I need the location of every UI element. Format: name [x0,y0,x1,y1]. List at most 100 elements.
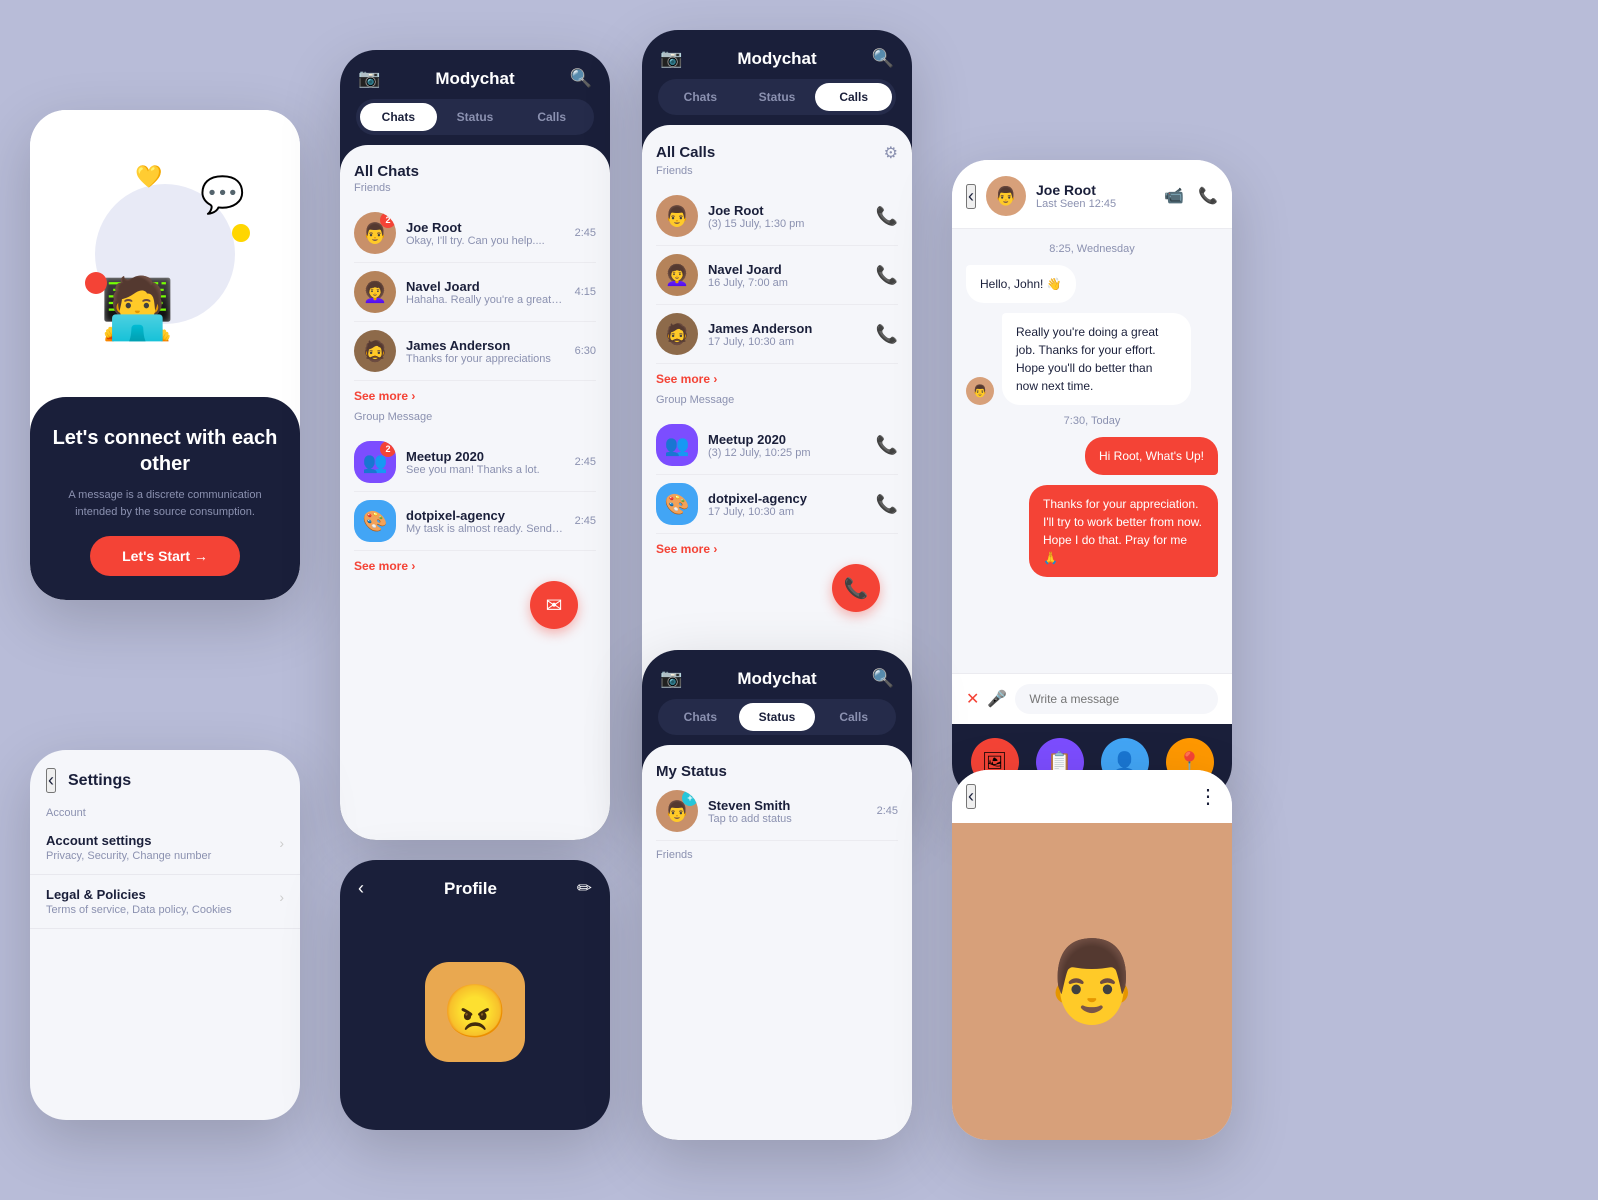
calls-tab-calls[interactable]: Calls [815,83,892,111]
msg-appreciation: Thanks for your appreciation. I'll try t… [1029,485,1218,577]
call-item-meetup[interactable]: 👥 Meetup 2020 (3) 12 July, 10:25 pm 📞 [656,416,898,475]
camera-icon[interactable]: 📷 [358,68,380,89]
call-phone-joe[interactable]: 📞 [876,206,898,227]
mic-icon[interactable]: 🎤 [987,689,1007,709]
calls-see-more-groups[interactable]: See more › [656,542,898,556]
profile-avatar-section: 😠 [340,909,610,1130]
chat-time-james: 6:30 [575,345,596,357]
close-icon[interactable]: ✕ [966,689,979,709]
group-label: Group Message [354,411,596,423]
chats-header: 📷 Modychat 🔍 [340,50,610,99]
status-time-steven: 2:45 [877,805,898,817]
all-chats-title: All Chats [354,163,596,180]
see-more-groups[interactable]: See more › [354,559,596,573]
message-input[interactable] [1015,684,1218,714]
red-dot [85,272,107,294]
compose-fab[interactable]: ✉ [530,581,578,629]
chat-time-meetup: 2:45 [575,456,596,468]
call-phone-navel[interactable]: 📞 [876,265,898,286]
calls-search-icon[interactable]: 🔍 [872,48,894,69]
profile-edit-icon[interactable]: ✏ [577,878,592,899]
chat-item-navel[interactable]: 👩‍🦱 Navel Joard Hahaha. Really you're a … [354,263,596,322]
call-info-meetup: Meetup 2020 (3) 12 July, 10:25 pm [708,432,866,459]
calls-see-more-friends[interactable]: See more › [656,372,898,386]
call-name-meetup: Meetup 2020 [708,432,866,447]
chats-search-icon[interactable]: 🔍 [570,68,592,89]
badge-joe: 2 [380,212,396,228]
calls-tab-status[interactable]: Status [739,83,816,111]
settings-account-title: Account settings [46,833,279,848]
chat-item-dot[interactable]: 🎨 dotpixel-agency My task is almost read… [354,492,596,551]
chat-item-james[interactable]: 🧔 James Anderson Thanks for your appreci… [354,322,596,381]
status-tab-chats[interactable]: Chats [662,703,739,731]
call-item-james[interactable]: 🧔 James Anderson 17 July, 10:30 am 📞 [656,305,898,364]
profile-title: Profile [444,879,497,899]
chat-item-joe[interactable]: 👨 2 Joe Root Okay, I'll try. Can you hel… [354,204,596,263]
detail-header: ‹ 👨 Joe Root Last Seen 12:45 📹 📞 [952,160,1232,229]
call-avatar-meetup: 👥 [656,424,698,466]
settings-item-account[interactable]: Account settings Privacy, Security, Chan… [30,821,300,875]
more-options-icon[interactable]: ⋮ [1198,784,1218,809]
call-detail-joe: (3) 15 July, 1:30 pm [708,218,866,230]
msg-avatar: 👨 [966,377,994,405]
welcome-title: Let's connect with each other [52,425,278,477]
calls-app-title: Modychat [737,49,816,69]
avatar-joe: 👨 2 [354,212,396,254]
calls-tab-chats[interactable]: Chats [662,83,739,111]
avatar-james: 🧔 [354,330,396,372]
tab-calls[interactable]: Calls [513,103,590,131]
settings-item-legal[interactable]: Legal & Policies Terms of service, Data … [30,875,300,929]
detail-contact-status: Last Seen 12:45 [1036,198,1154,210]
profile-emoji: 😠 [443,981,508,1042]
status-info-steven: Steven Smith Tap to add status [708,798,867,825]
settings-legal-chevron: › [279,889,284,905]
chat-info-navel: Navel Joard Hahaha. Really you're a grea… [406,279,565,306]
chat2-back-button[interactable]: ‹ [966,784,976,809]
back-button[interactable]: ‹ [966,184,976,209]
call-info-navel: Navel Joard 16 July, 7:00 am [708,262,866,289]
settings-legal-title: Legal & Policies [46,887,279,902]
call-item-navel[interactable]: 👩‍🦱 Navel Joard 16 July, 7:00 am 📞 [656,246,898,305]
my-status-title: My Status [656,763,898,780]
settings-account-chevron: › [279,835,284,851]
profile-big-avatar: 😠 [425,962,525,1062]
filter-icon[interactable]: ⚙ [884,143,898,163]
my-status-card: 📷 Modychat 🔍 Chats Status Calls My Statu… [642,650,912,1140]
call-name-navel: Navel Joard [708,262,866,277]
tab-status[interactable]: Status [437,103,514,131]
voice-call-icon[interactable]: 📞 [1198,186,1218,206]
call-item-joe[interactable]: 👨 Joe Root (3) 15 July, 1:30 pm 📞 [656,187,898,246]
settings-header: ‹ Settings [30,750,300,803]
chats-tab-bar: Chats Status Calls [356,99,594,135]
profile-back-button[interactable]: ‹ [358,878,364,899]
status-item-steven[interactable]: 👨 + Steven Smith Tap to add status 2:45 [656,782,898,841]
video-call-icon[interactable]: 📹 [1164,186,1184,206]
friends-label: Friends [354,182,596,194]
calls-camera-icon[interactable]: 📷 [660,48,682,69]
chat-item-meetup[interactable]: 👥 2 Meetup 2020 See you man! Thanks a lo… [354,433,596,492]
settings-back-button[interactable]: ‹ [46,768,56,793]
call-phone-dotpixel[interactable]: 📞 [876,494,898,515]
tab-chats[interactable]: Chats [360,103,437,131]
call-info-james: James Anderson 17 July, 10:30 am [708,321,866,348]
calls-friends-label: Friends [656,165,898,177]
calls-tab-bar: Chats Status Calls [658,79,896,115]
chat-preview-james: Thanks for your appreciations [406,353,565,365]
call-phone-james[interactable]: 📞 [876,324,898,345]
status-search-icon[interactable]: 🔍 [872,668,894,689]
status-name-steven: Steven Smith [708,798,867,813]
calls-fab[interactable]: 📞 [832,564,880,612]
status-app-title: Modychat [737,669,816,689]
call-item-dotpixel[interactable]: 🎨 dotpixel-agency 17 July, 10:30 am 📞 [656,475,898,534]
call-phone-meetup[interactable]: 📞 [876,435,898,456]
status-camera-icon[interactable]: 📷 [660,668,682,689]
status-tab-status[interactable]: Status [739,703,816,731]
see-more-friends[interactable]: See more › [354,389,596,403]
chat-name-meetup: Meetup 2020 [406,449,565,464]
chat-detail-2-card: ‹ ⋮ 👨 [952,770,1232,1140]
lets-start-button[interactable]: Let's Start → [90,536,240,576]
msg-hello: Hello, John! 👋 [966,265,1076,303]
msg-time-2: 7:30, Today [966,415,1218,427]
calls-header: 📷 Modychat 🔍 [642,30,912,79]
status-tab-calls[interactable]: Calls [815,703,892,731]
